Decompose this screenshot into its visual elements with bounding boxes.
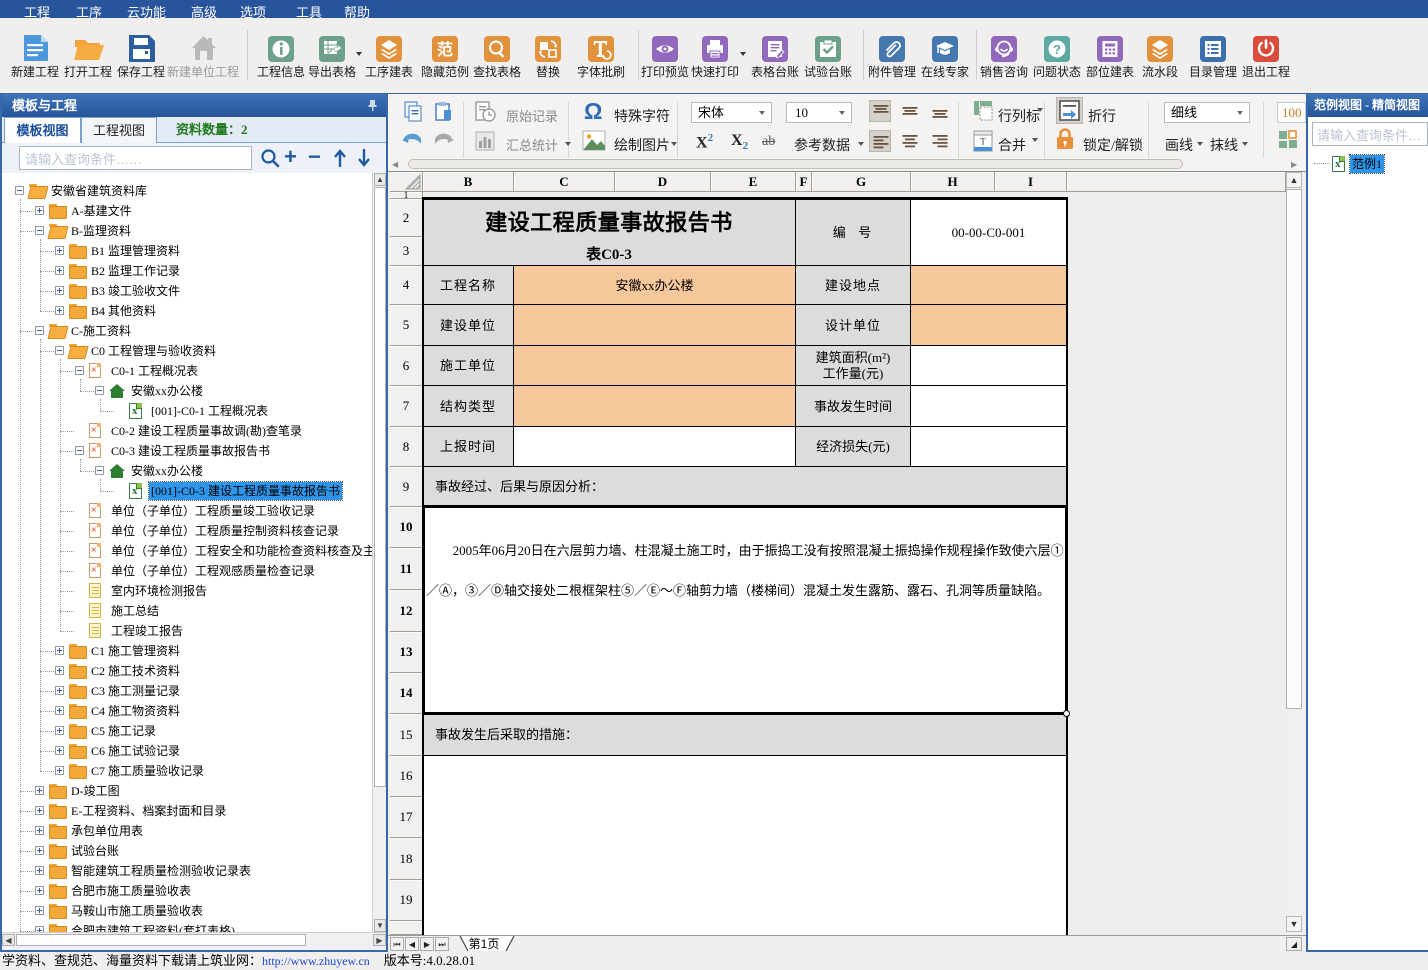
svg-text:?: ? xyxy=(1053,42,1061,57)
svg-text:T: T xyxy=(980,137,986,147)
svg-text:范: 范 xyxy=(437,40,453,59)
